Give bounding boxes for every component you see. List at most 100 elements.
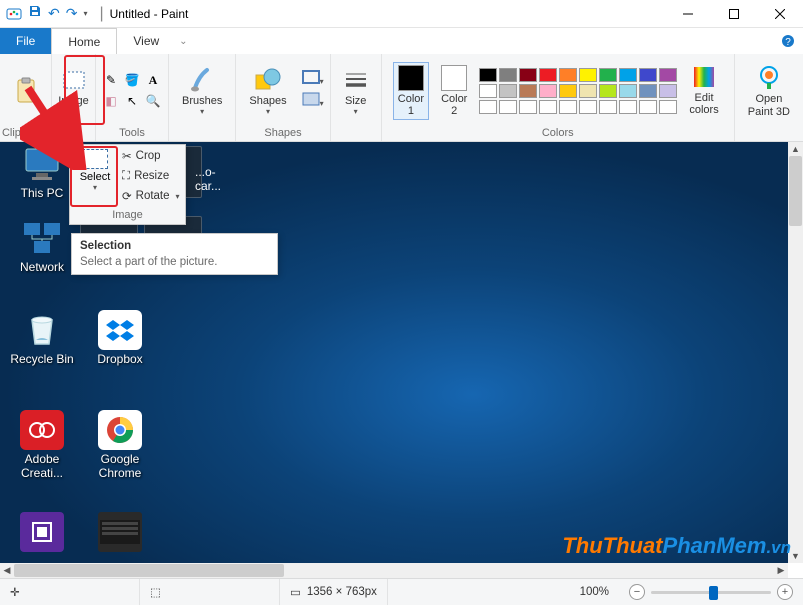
color-swatch[interactable] <box>479 100 497 114</box>
desktop-icon-app1[interactable] <box>4 512 80 554</box>
text-tool-icon[interactable]: A <box>144 71 162 89</box>
color-swatch[interactable] <box>659 84 677 98</box>
color-swatch[interactable] <box>559 100 577 114</box>
color-swatch[interactable] <box>559 84 577 98</box>
edit-colors-button[interactable]: Edit colors <box>685 63 722 118</box>
vertical-scrollbar[interactable]: ▲ ▼ <box>788 142 803 563</box>
shapes-button[interactable]: Shapes ▾ <box>242 61 293 121</box>
chevron-down-icon: ▾ <box>72 107 76 116</box>
pencil-tool-icon[interactable]: ✎ <box>102 71 120 89</box>
color-swatch[interactable] <box>499 84 517 98</box>
tab-view[interactable]: View <box>117 28 175 54</box>
color-swatch[interactable] <box>579 68 597 82</box>
scroll-up-icon[interactable]: ▲ <box>788 142 803 156</box>
color-swatch[interactable] <box>479 84 497 98</box>
color-swatch[interactable] <box>639 68 657 82</box>
color-swatch[interactable] <box>619 68 637 82</box>
desktop-icon-adobe[interactable]: Adobe Creati... <box>4 410 80 480</box>
image-button[interactable]: Image ▾ <box>51 61 96 121</box>
desktop-icon-recyclebin[interactable]: Recycle Bin <box>4 310 80 366</box>
qat-save-icon[interactable] <box>28 4 42 23</box>
canvas-size-value: 1356 × 763px <box>307 586 377 598</box>
desktop-icon-app2[interactable] <box>82 512 158 554</box>
color2-button[interactable]: Color 2 <box>437 63 471 119</box>
color-swatch[interactable] <box>619 84 637 98</box>
fill-tool-icon[interactable]: 🪣 <box>123 71 141 89</box>
thumb-label: ...o-car... <box>195 165 221 193</box>
color2-label: Color 2 <box>441 93 467 117</box>
color-swatch[interactable] <box>599 84 617 98</box>
brushes-button[interactable]: Brushes ▾ <box>175 61 229 121</box>
crop-item[interactable]: ✂Crop <box>122 147 183 165</box>
fill-icon[interactable]: ▾ <box>302 92 324 111</box>
color-swatch[interactable] <box>519 84 537 98</box>
magnifier-tool-icon[interactable]: 🔍 <box>144 92 162 110</box>
color-swatch[interactable] <box>499 68 517 82</box>
horizontal-scrollbar[interactable]: ◀ ▶ <box>0 563 788 578</box>
paste-button[interactable] <box>7 72 45 110</box>
color1-button[interactable]: Color 1 <box>393 62 429 120</box>
resize-item[interactable]: ⛶Resize <box>122 167 183 185</box>
group-clipboard: Clipboard <box>0 54 52 141</box>
select-rect-icon <box>82 149 108 169</box>
color-swatch[interactable] <box>579 84 597 98</box>
select-button[interactable]: Select ▾ <box>70 145 120 207</box>
app-icon <box>6 6 22 22</box>
icon-label: This PC <box>21 186 64 200</box>
help-button[interactable]: ? <box>773 28 803 54</box>
tab-home[interactable]: Home <box>51 28 117 54</box>
desktop-icon-dropbox[interactable]: Dropbox <box>82 310 158 366</box>
scroll-thumb[interactable] <box>789 156 802 226</box>
zoom-track[interactable] <box>651 591 771 594</box>
eraser-tool-icon[interactable]: ◧ <box>102 92 120 110</box>
color-swatch[interactable] <box>639 100 657 114</box>
picker-tool-icon[interactable]: ↖ <box>123 92 141 110</box>
paint3d-label: Open Paint 3D <box>748 93 790 118</box>
color-swatch[interactable] <box>519 100 537 114</box>
color-swatch[interactable] <box>599 68 617 82</box>
color-swatch[interactable] <box>619 100 637 114</box>
color-swatch[interactable] <box>479 68 497 82</box>
color-swatch[interactable] <box>659 100 677 114</box>
zoom-thumb[interactable] <box>709 586 718 600</box>
outline-icon[interactable]: ▾ <box>302 70 324 89</box>
icon-label: Recycle Bin <box>10 352 73 366</box>
color-swatch[interactable] <box>499 100 517 114</box>
color-swatch[interactable] <box>539 100 557 114</box>
open-paint3d-button[interactable]: Open Paint 3D <box>741 59 797 122</box>
color2-chip <box>441 65 467 91</box>
qat-undo-icon[interactable]: ↶ <box>48 5 60 22</box>
maximize-button[interactable] <box>711 0 757 28</box>
color-swatch[interactable] <box>599 100 617 114</box>
scroll-right-icon[interactable]: ▶ <box>774 563 788 578</box>
desktop-icon-chrome[interactable]: Google Chrome <box>82 410 158 480</box>
color-swatch[interactable] <box>539 84 557 98</box>
zoom-slider[interactable]: − + <box>619 584 803 600</box>
qat-redo-icon[interactable]: ↷ <box>66 5 78 22</box>
crop-icon: ✂ <box>122 149 132 163</box>
zoom-out-button[interactable]: − <box>629 584 645 600</box>
scroll-left-icon[interactable]: ◀ <box>0 563 14 578</box>
size-button[interactable]: Size ▾ <box>337 61 375 121</box>
color-swatch[interactable] <box>659 68 677 82</box>
group-label: Clipboard <box>2 125 49 141</box>
rotate-icon: ⟳ <box>122 189 132 203</box>
color-swatch[interactable] <box>559 68 577 82</box>
title-divider: | <box>99 5 103 23</box>
scroll-down-icon[interactable]: ▼ <box>788 549 803 563</box>
qat-customize-icon[interactable]: ▾ <box>83 9 87 18</box>
tab-file[interactable]: File <box>0 28 51 54</box>
ribbon-minimize-icon[interactable]: ⌄ <box>175 28 191 54</box>
color-swatch[interactable] <box>639 84 657 98</box>
group-brushes: Brushes ▾ . <box>169 54 236 141</box>
zoom-in-button[interactable]: + <box>777 584 793 600</box>
status-position: ✛ <box>0 579 140 605</box>
color-swatch[interactable] <box>579 100 597 114</box>
color-swatch[interactable] <box>519 68 537 82</box>
rotate-item[interactable]: ⟳Rotate▾ <box>122 187 183 205</box>
desktop-icon-network[interactable]: Network <box>4 218 80 274</box>
close-button[interactable] <box>757 0 803 28</box>
scroll-thumb[interactable] <box>14 564 284 577</box>
minimize-button[interactable] <box>665 0 711 28</box>
color-swatch[interactable] <box>539 68 557 82</box>
